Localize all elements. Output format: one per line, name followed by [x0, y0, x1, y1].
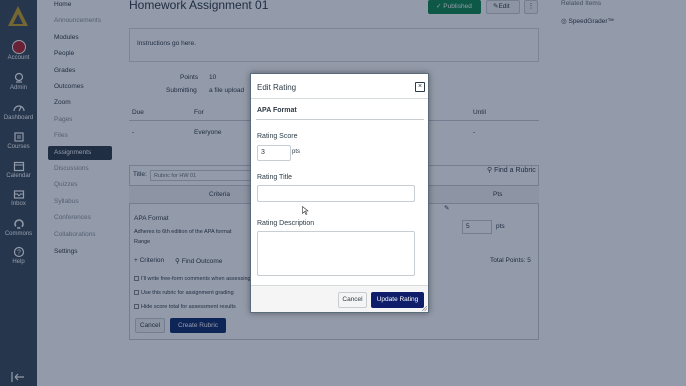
rating-description-label: Rating Description: [257, 220, 315, 227]
update-rating-button[interactable]: Update Rating: [371, 292, 424, 308]
rating-score-unit: pts: [292, 149, 301, 155]
rating-score-input[interactable]: 3: [257, 145, 291, 161]
dialog-cancel-button[interactable]: Cancel: [338, 292, 367, 308]
mouse-cursor-icon: [302, 206, 309, 215]
rating-score-label: Rating Score: [257, 133, 298, 140]
dialog-divider: [251, 98, 428, 99]
criterion-divider: [256, 119, 424, 120]
dialog-footer: Cancel Update Rating: [251, 285, 428, 312]
dialog-title: Edit Rating: [257, 83, 297, 92]
edit-rating-dialog: Edit Rating × APA Format Rating Score 3 …: [250, 73, 429, 313]
rating-title-input[interactable]: [257, 185, 415, 202]
close-icon[interactable]: ×: [415, 82, 425, 92]
dialog-resize-icon[interactable]: [422, 306, 427, 311]
rating-description-textarea[interactable]: [257, 231, 415, 276]
criterion-title: APA Format: [257, 107, 297, 114]
rating-title-label: Rating Title: [257, 174, 293, 181]
